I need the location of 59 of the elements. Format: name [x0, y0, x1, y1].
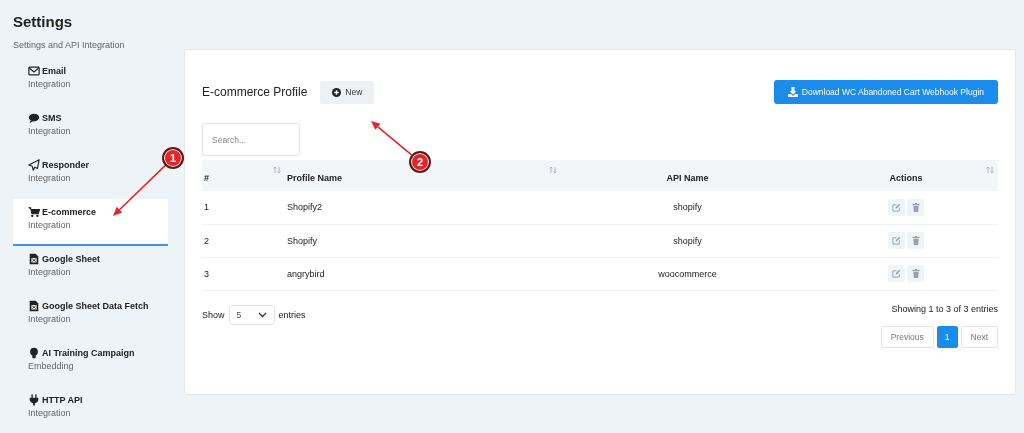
plug-icon [28, 394, 40, 406]
entries-info: Showing 1 to 3 of 3 entries [891, 303, 998, 314]
panel-title: E-commerce Profile [202, 85, 308, 99]
edit-button[interactable] [888, 198, 905, 216]
column-header[interactable]: Actions [889, 172, 923, 183]
entries-label: entries [278, 310, 306, 320]
table-cell: angrybird [287, 268, 325, 279]
sort-icon [549, 166, 557, 174]
edit-icon [892, 269, 901, 278]
entries-select[interactable]: 5 [228, 305, 275, 325]
show-label: Show [202, 310, 225, 320]
table-cell: shopify [673, 235, 702, 246]
edit-icon [892, 202, 901, 212]
sidebar-item[interactable]: AI Training Campaign Embedding [13, 340, 168, 387]
new-button[interactable]: New [320, 80, 375, 104]
file-icon [28, 253, 40, 265]
search-field[interactable]: Search... [202, 123, 300, 156]
trash-icon [911, 202, 920, 212]
table-cell: shopify [673, 202, 702, 213]
column-header[interactable]: # [204, 172, 209, 183]
table-cell: Shopify [287, 235, 318, 246]
download-button[interactable]: Download WC Abandoned Cart Webhook Plugin [773, 80, 998, 104]
delete-button[interactable] [907, 265, 924, 282]
file-icon [28, 300, 40, 312]
paper-plane-icon [28, 159, 40, 171]
table-cell: 2 [204, 235, 209, 246]
table-cell: woocommerce [658, 268, 717, 279]
delete-button[interactable] [907, 232, 924, 249]
edit-icon [892, 236, 901, 245]
column-header[interactable]: API Name [666, 172, 709, 183]
table-cell: 1 [204, 202, 209, 213]
plus-circle-icon [332, 87, 342, 97]
edit-button[interactable] [888, 265, 905, 282]
sort-icon [273, 166, 281, 174]
callout-marker: 1 [162, 147, 184, 169]
page-subtitle: Settings and API Integration [13, 40, 126, 50]
envelope-icon [28, 65, 40, 77]
trash-icon [911, 236, 920, 245]
cart-icon [28, 206, 40, 218]
trash-icon [911, 269, 920, 278]
sidebar-item[interactable]: Email Integration [13, 58, 168, 105]
delete-button[interactable] [907, 198, 924, 216]
page-title: Settings [13, 13, 74, 31]
page-button[interactable]: Next [960, 325, 998, 348]
sidebar-item[interactable]: Google Sheet Data Fetch Integration [13, 293, 168, 340]
sidebar-item[interactable]: HTTP API Integration [13, 387, 168, 433]
table-cell: Shopify2 [287, 202, 323, 213]
sidebar-item[interactable]: Google Sheet Integration [13, 246, 168, 293]
sidebar-item[interactable]: E-commerce Integration [13, 199, 168, 246]
download-icon [787, 87, 798, 97]
lightbulb-icon [28, 347, 40, 359]
sort-icon [986, 166, 994, 174]
page-button[interactable]: 1 [936, 325, 958, 348]
edit-button[interactable] [888, 232, 905, 249]
chat-icon [28, 112, 40, 124]
table-cell: 3 [204, 268, 209, 279]
chevron-down-icon [257, 312, 267, 318]
page-button[interactable]: Previous [880, 325, 934, 348]
column-header[interactable]: Profile Name [287, 172, 343, 183]
